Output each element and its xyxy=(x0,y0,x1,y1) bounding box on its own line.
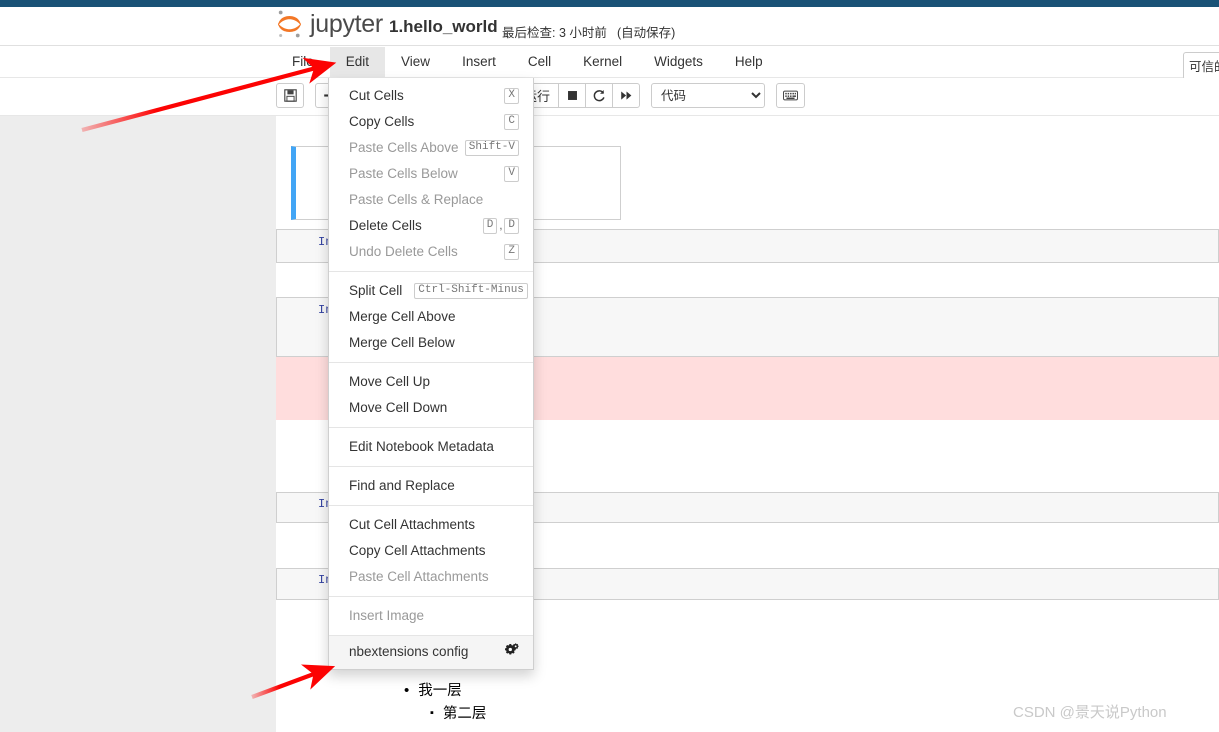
interrupt-kernel-button[interactable] xyxy=(558,83,587,108)
gear-icon xyxy=(504,643,519,661)
menu-item-split-cell[interactable]: Split Cell Ctrl-Shift-Minus xyxy=(329,278,533,304)
menu-item-label: Move Cell Down xyxy=(349,400,448,415)
menu-kernel[interactable]: Kernel xyxy=(567,47,638,78)
markdown-bullet-list: 我一层 第二层 xyxy=(404,680,486,725)
menu-item-merge-cell-below[interactable]: Merge Cell Below xyxy=(329,330,533,356)
toolbar-group-keyboard xyxy=(776,83,806,108)
menu-items: File Edit View Insert Cell Kernel Widget… xyxy=(276,47,779,78)
jupyter-brand[interactable]: jupyter xyxy=(276,9,383,39)
keyboard-icon xyxy=(783,90,798,101)
menu-item-label: Cut Cells xyxy=(349,88,404,103)
bullet-level-2-text: 第二层 xyxy=(430,706,486,722)
fast-forward-icon xyxy=(620,91,631,100)
shortcut-separator: , xyxy=(499,220,503,232)
csdn-watermark: CSDN @景天说Python xyxy=(1013,704,1167,721)
menu-divider xyxy=(329,362,533,363)
menu-item-label: nbextensions config xyxy=(349,644,469,659)
bullet-level-2: 第二层 xyxy=(430,702,486,725)
menu-item-copy-cell-attachments[interactable]: Copy Cell Attachments xyxy=(329,538,533,564)
notebook-header: jupyter 1.hello_world 最后检查: 3 小时前 (自动保存) xyxy=(0,7,1219,46)
menu-item-nbextensions-config[interactable]: nbextensions config xyxy=(329,636,533,669)
menu-item-label: Merge Cell Below xyxy=(349,335,455,350)
floppy-disk-icon xyxy=(283,89,297,102)
menu-item-label: Merge Cell Above xyxy=(349,309,456,324)
menu-divider xyxy=(329,271,533,272)
save-button[interactable] xyxy=(276,83,304,108)
menu-item-move-cell-up[interactable]: Move Cell Up xyxy=(329,369,533,395)
menu-item-label: Undo Delete Cells xyxy=(349,244,458,259)
menu-insert[interactable]: Insert xyxy=(446,47,512,78)
menu-item-label: Delete Cells xyxy=(349,218,422,233)
menu-item-label: Split Cell xyxy=(349,283,403,298)
menu-bar: File Edit View Insert Cell Kernel Widget… xyxy=(0,47,1219,80)
menu-item-paste-cell-attachments: Paste Cell Attachments xyxy=(329,564,533,590)
shortcut-key: X xyxy=(504,88,519,104)
edit-menu-dropdown[interactable]: Cut Cells X Copy Cells C Paste Cells Abo… xyxy=(328,78,534,670)
shortcut-key: Z xyxy=(504,244,519,260)
menu-item-cut-cell-attachments[interactable]: Cut Cell Attachments xyxy=(329,512,533,538)
last-checkpoint-label: 最后检查: 3 小时前 xyxy=(502,26,607,40)
menu-item-label: Copy Cells xyxy=(349,114,415,129)
menu-help[interactable]: Help xyxy=(719,47,779,78)
menu-item-copy-cells[interactable]: Copy Cells C xyxy=(329,109,533,135)
open-command-palette-button[interactable] xyxy=(776,83,806,108)
shortcut-key: Ctrl-Shift-Minus xyxy=(414,283,528,299)
menu-item-label: Copy Cell Attachments xyxy=(349,543,486,558)
menu-item-label: Paste Cells Below xyxy=(349,166,458,181)
menu-file[interactable]: File xyxy=(276,47,330,78)
trusted-badge[interactable]: 可信的 xyxy=(1183,52,1219,80)
bullet-level-1: 我一层 xyxy=(404,680,486,702)
menu-item-label: Insert Image xyxy=(349,608,425,623)
notebook-name[interactable]: 1.hello_world xyxy=(389,17,498,37)
shortcut-key: D xyxy=(482,218,498,234)
menu-item-undo-delete-cells: Undo Delete Cells Z xyxy=(329,239,533,265)
menu-item-paste-cells-below: Paste Cells Below V xyxy=(329,161,533,187)
menu-divider xyxy=(329,427,533,428)
top-accent-bar xyxy=(0,0,1219,7)
stop-square-icon xyxy=(567,91,577,100)
jupyter-brand-text: jupyter xyxy=(310,9,383,38)
menu-item-label: Move Cell Up xyxy=(349,374,431,389)
autosave-label: (自动保存) xyxy=(617,26,676,40)
menu-item-label: Edit Notebook Metadata xyxy=(349,439,494,454)
notebook-toolbar: 运行 代码MarkdownRaw NBConvert标题 xyxy=(0,78,1219,116)
restart-and-run-all-button[interactable] xyxy=(612,83,641,108)
menu-view[interactable]: View xyxy=(385,47,446,78)
menu-widgets[interactable]: Widgets xyxy=(638,47,719,78)
menu-item-cut-cells[interactable]: Cut Cells X xyxy=(329,83,533,109)
shortcut-key: D xyxy=(504,218,519,234)
menu-item-delete-cells[interactable]: Delete Cells D , D xyxy=(329,213,533,239)
shortcut-key: Shift-V xyxy=(464,140,519,156)
restart-kernel-button[interactable] xyxy=(585,83,614,108)
menu-divider xyxy=(329,596,533,597)
restart-circle-icon xyxy=(593,89,605,101)
menu-item-insert-image: Insert Image xyxy=(329,603,533,629)
menu-edit[interactable]: Edit xyxy=(329,47,386,78)
menu-item-label: Paste Cells & Replace xyxy=(349,192,484,207)
menu-item-move-cell-down[interactable]: Move Cell Down xyxy=(329,395,533,421)
menu-item-label: Cut Cell Attachments xyxy=(349,517,476,532)
menu-divider xyxy=(329,466,533,467)
menu-item-paste-cells-above: Paste Cells Above Shift-V xyxy=(329,135,533,161)
menu-divider xyxy=(329,505,533,506)
menu-cell[interactable]: Cell xyxy=(512,47,567,78)
menu-item-find-and-replace[interactable]: Find and Replace xyxy=(329,473,533,499)
menu-item-label: Find and Replace xyxy=(349,478,455,493)
menu-item-paste-cells-and-replace: Paste Cells & Replace xyxy=(329,187,533,213)
menu-item-edit-notebook-metadata[interactable]: Edit Notebook Metadata xyxy=(329,434,533,460)
menu-item-label: Paste Cell Attachments xyxy=(349,569,489,584)
menu-item-label: Paste Cells Above xyxy=(349,140,459,155)
shortcut-key: V xyxy=(504,166,519,182)
bullet-level-1-text: 我一层 xyxy=(404,683,462,699)
menu-item-merge-cell-above[interactable]: Merge Cell Above xyxy=(329,304,533,330)
shortcut-key: C xyxy=(504,114,519,130)
toolbar-group-file xyxy=(276,83,304,108)
cell-type-select[interactable]: 代码MarkdownRaw NBConvert标题 xyxy=(651,83,766,108)
jupyter-logo-icon xyxy=(278,10,301,38)
